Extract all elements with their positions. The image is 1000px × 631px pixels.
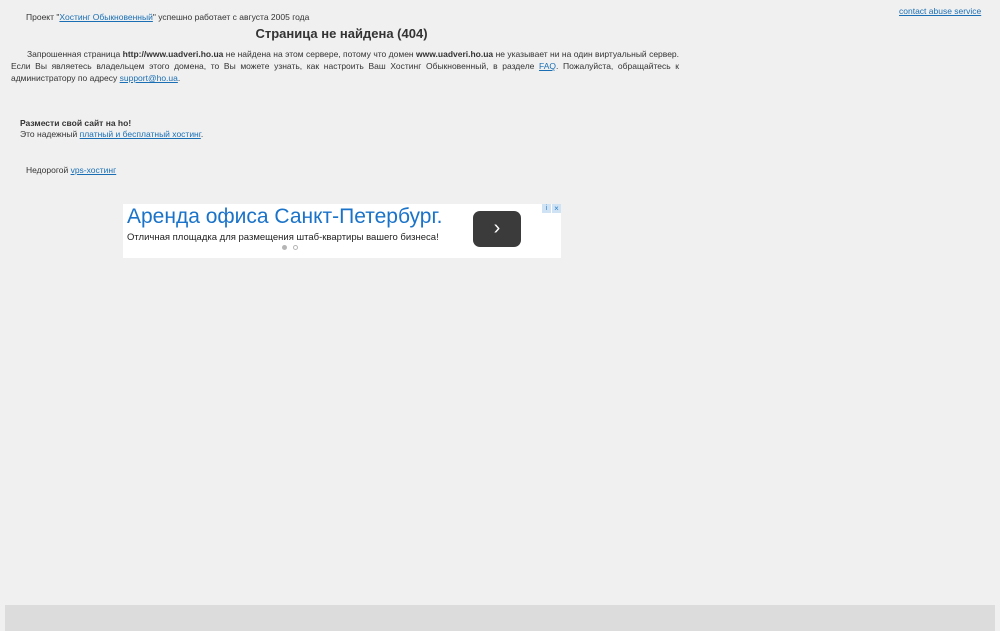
footer-bar — [5, 605, 995, 631]
page-title: Страница не найдена (404) — [255, 26, 428, 41]
error-description: Запрошенная страница http://www.uadveri.… — [11, 48, 679, 84]
intro-suffix: " успешно работает с августа 2005 года — [152, 12, 310, 22]
promo-block: Размести свой сайт на ho! Это надежный п… — [20, 118, 203, 140]
vps-text: Недорогой vps-хостинг — [26, 165, 116, 175]
requested-url: http://www.uadveri.ho.ua — [122, 49, 224, 59]
promo-heading: Размести свой сайт на ho! — [20, 118, 132, 128]
promo-text: Это надежный платный и бесплатный хостин… — [20, 129, 203, 140]
promo-prefix: Это надежный — [20, 129, 80, 139]
para-text-2: не найдена на этом сервере, потому что д… — [223, 49, 417, 59]
ad-next-arrow-icon[interactable]: › — [473, 211, 521, 247]
hosting-ordinary-link[interactable]: Хостинг Обыкновенный — [59, 12, 152, 22]
ad-close-icon[interactable]: × — [552, 204, 561, 213]
para-text-1: Запрошенная страница — [27, 49, 123, 59]
ad-subtitle[interactable]: Отличная площадка для размещения штаб-кв… — [127, 232, 439, 243]
ad-title[interactable]: Аренда офиса Санкт-Петербург. — [127, 205, 442, 229]
intro-text: Проект "Хостинг Обыкновенный" успешно ра… — [26, 12, 309, 22]
ad-info-icon[interactable]: i — [542, 204, 551, 213]
promo-suffix: . — [200, 129, 204, 139]
vps-hosting-link[interactable]: vps-хостинг — [71, 165, 117, 175]
paid-free-hosting-link[interactable]: платный и бесплатный хостинг — [80, 129, 201, 139]
ad-slide-dot-active[interactable] — [282, 245, 287, 250]
contact-abuse-link[interactable]: contact abuse service — [899, 6, 981, 16]
ad-slide-dot[interactable] — [293, 245, 298, 250]
intro-prefix: Проект " — [26, 12, 60, 22]
faq-link[interactable]: FAQ — [539, 61, 556, 71]
support-email-link[interactable]: support@ho.ua — [120, 73, 178, 83]
para-text-5: . — [177, 73, 181, 83]
domain-name: www.uadveri.ho.ua — [416, 49, 494, 59]
ad-banner[interactable]: Аренда офиса Санкт-Петербург. Отличная п… — [123, 204, 561, 258]
vps-prefix: Недорогой — [26, 165, 71, 175]
